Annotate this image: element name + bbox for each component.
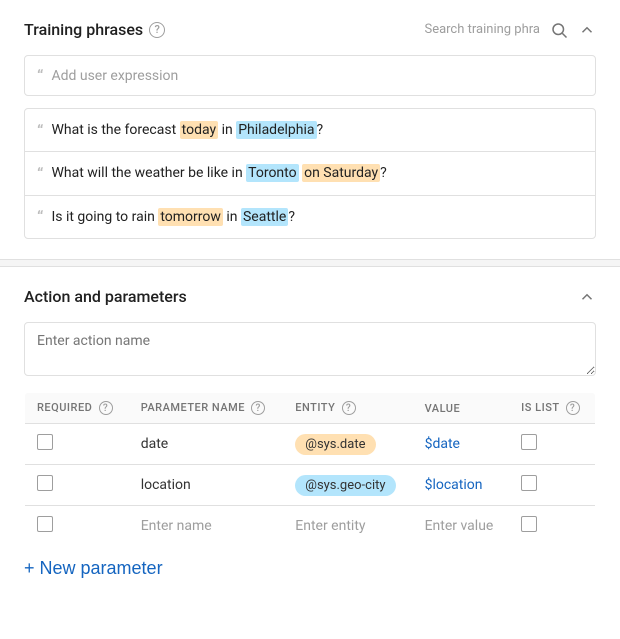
value-column-header: VALUE	[413, 393, 510, 424]
value-link-date[interactable]: $date	[425, 436, 460, 452]
enter-name-placeholder[interactable]: Enter name	[141, 518, 212, 534]
quote-icon: “	[37, 207, 43, 226]
training-phrases-help-icon[interactable]: ?	[149, 22, 165, 38]
parameter-name-cell: Enter name	[129, 506, 284, 547]
parameter-name-info-icon[interactable]: ?	[251, 401, 265, 415]
action-name-input[interactable]	[24, 322, 596, 376]
table-row: Enter name Enter entity Enter value	[25, 506, 596, 547]
action-title-text: Action and parameters	[24, 287, 187, 306]
highlight-toronto: Toronto	[246, 164, 298, 182]
training-phrases-actions: Search training phra	[424, 21, 596, 39]
phrase-text: Is it going to rain tomorrow in Seattle?	[51, 206, 294, 228]
enter-value-placeholder[interactable]: Enter value	[425, 518, 494, 534]
required-info-icon[interactable]: ?	[99, 401, 113, 415]
parameter-name-cell: date	[129, 424, 284, 465]
new-parameter-button[interactable]: + New parameter	[24, 559, 163, 577]
entity-column-header: ENTITY ?	[283, 393, 412, 424]
add-expression-box[interactable]: “ Add user expression	[24, 55, 596, 96]
action-and-parameters-title: Action and parameters	[24, 287, 187, 306]
table-body: date @sys.date $date location	[25, 424, 596, 547]
add-expression-placeholder: Add user expression	[51, 68, 178, 84]
parameters-table: REQUIRED ? PARAMETER NAME ? ENTITY ? VAL…	[24, 392, 596, 547]
training-phrases-header: Training phrases ? Search training phra	[24, 20, 596, 39]
value-cell: Enter value	[413, 506, 510, 547]
value-link-location[interactable]: $location	[425, 477, 483, 493]
phrase-text: What will the weather be like in Toronto…	[51, 162, 386, 184]
highlight-philadelphia: Philadelphia	[236, 121, 316, 139]
quote-icon: “	[37, 66, 43, 85]
entity-cell: Enter entity	[283, 506, 412, 547]
table-header-row: REQUIRED ? PARAMETER NAME ? ENTITY ? VAL…	[25, 393, 596, 424]
search-placeholder-text: Search training phra	[424, 22, 540, 37]
collapse-training-phrases-button[interactable]	[578, 21, 596, 39]
parameter-name-date: date	[141, 436, 169, 452]
entity-badge-location[interactable]: @sys.geo-city	[295, 475, 395, 496]
highlight-today: today	[180, 121, 218, 139]
enter-entity-placeholder[interactable]: Enter entity	[295, 518, 365, 534]
phrase-text: What is the forecast today in Philadelph…	[51, 119, 323, 141]
is-list-cell	[509, 506, 595, 547]
highlight-seattle: Seattle	[241, 208, 288, 226]
phrase-row[interactable]: “ What will the weather be like in Toron…	[25, 152, 595, 195]
collapse-action-parameters-button[interactable]	[578, 288, 596, 306]
required-cell	[25, 465, 129, 506]
is-list-checkbox-location[interactable]	[521, 475, 537, 491]
parameter-name-cell: location	[129, 465, 284, 506]
is-list-checkbox-new[interactable]	[521, 516, 537, 532]
quote-icon: “	[37, 121, 43, 140]
entity-cell: @sys.geo-city	[283, 465, 412, 506]
phrase-row[interactable]: “ Is it going to rain tomorrow in Seattl…	[25, 196, 595, 238]
training-phrases-section: Training phrases ? Search training phra …	[0, 0, 620, 259]
is-list-checkbox-date[interactable]	[521, 434, 537, 450]
quote-icon: “	[37, 164, 43, 183]
table-row: date @sys.date $date	[25, 424, 596, 465]
required-cell	[25, 506, 129, 547]
search-button[interactable]	[550, 21, 568, 39]
value-cell: $date	[413, 424, 510, 465]
is-list-cell	[509, 424, 595, 465]
phrase-row[interactable]: “ What is the forecast today in Philadel…	[25, 109, 595, 152]
required-column-header: REQUIRED ?	[25, 393, 129, 424]
parameter-name-location: location	[141, 477, 191, 493]
is-list-info-icon[interactable]: ?	[566, 401, 580, 415]
training-phrases-title: Training phrases ?	[24, 20, 165, 39]
action-and-parameters-section: Action and parameters REQUIRED ? PARAMET…	[0, 267, 620, 597]
new-parameter-label: + New parameter	[24, 559, 163, 577]
title-text: Training phrases	[24, 20, 143, 39]
required-checkbox-date[interactable]	[37, 434, 53, 450]
entity-badge-date[interactable]: @sys.date	[295, 434, 375, 455]
required-cell	[25, 424, 129, 465]
required-checkbox-new[interactable]	[37, 516, 53, 532]
table-header: REQUIRED ? PARAMETER NAME ? ENTITY ? VAL…	[25, 393, 596, 424]
entity-info-icon[interactable]: ?	[342, 401, 356, 415]
value-cell: $location	[413, 465, 510, 506]
action-and-parameters-header: Action and parameters	[24, 287, 596, 306]
entity-cell: @sys.date	[283, 424, 412, 465]
is-list-cell	[509, 465, 595, 506]
table-row: location @sys.geo-city $location	[25, 465, 596, 506]
section-divider	[0, 259, 620, 267]
highlight-on-saturday: on Saturday	[302, 164, 380, 182]
training-phrases-list: “ What is the forecast today in Philadel…	[24, 108, 596, 239]
parameter-name-column-header: PARAMETER NAME ?	[129, 393, 284, 424]
highlight-tomorrow: tomorrow	[158, 208, 223, 226]
is-list-column-header: IS LIST ?	[509, 393, 595, 424]
required-checkbox-location[interactable]	[37, 475, 53, 491]
